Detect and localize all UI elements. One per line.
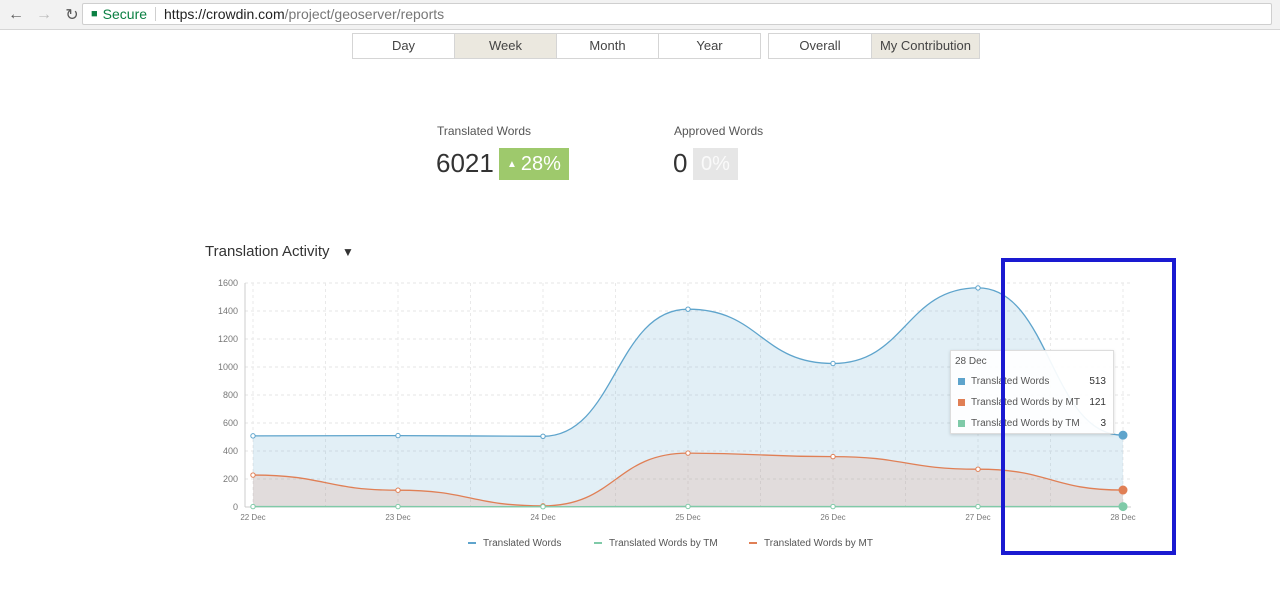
y-tick-label: 1000	[218, 362, 238, 372]
data-point	[685, 503, 691, 510]
data-point	[830, 360, 836, 367]
x-tick-label: 23 Dec	[385, 513, 410, 522]
legend-item: Translated Words	[483, 538, 561, 549]
data-point	[975, 466, 981, 472]
data-point	[250, 503, 256, 510]
tooltip-swatch	[958, 378, 965, 385]
data-point	[975, 503, 981, 510]
x-tick-label: 27 Dec	[965, 513, 990, 522]
highlight-annotation-box	[1001, 258, 1176, 555]
x-tick-label: 26 Dec	[820, 513, 845, 522]
y-tick-label: 800	[223, 390, 238, 400]
data-point	[540, 504, 546, 510]
y-tick-label: 1200	[218, 334, 238, 344]
x-tick-label: 24 Dec	[530, 513, 555, 522]
y-tick-label: 1400	[218, 306, 238, 316]
x-tick-label: 25 Dec	[675, 513, 700, 522]
data-point	[250, 472, 256, 478]
y-tick-label: 200	[223, 474, 238, 484]
data-point	[250, 433, 256, 439]
x-tick-label: 22 Dec	[240, 513, 265, 522]
tooltip-swatch	[958, 420, 965, 427]
data-point	[395, 487, 401, 493]
data-point	[975, 285, 981, 291]
legend-item: Translated Words by MT	[764, 538, 873, 549]
legend-item: Translated Words by TM	[609, 538, 718, 549]
y-tick-label: 600	[223, 418, 238, 428]
data-point	[830, 453, 836, 460]
data-point	[685, 450, 691, 456]
tooltip-swatch	[958, 399, 965, 406]
data-point	[540, 433, 546, 439]
data-point	[395, 503, 401, 510]
data-point	[395, 432, 401, 439]
y-tick-label: 400	[223, 446, 238, 456]
data-point	[830, 503, 836, 510]
y-tick-label: 0	[233, 502, 238, 512]
data-point	[685, 306, 691, 312]
y-tick-label: 1600	[218, 278, 238, 288]
